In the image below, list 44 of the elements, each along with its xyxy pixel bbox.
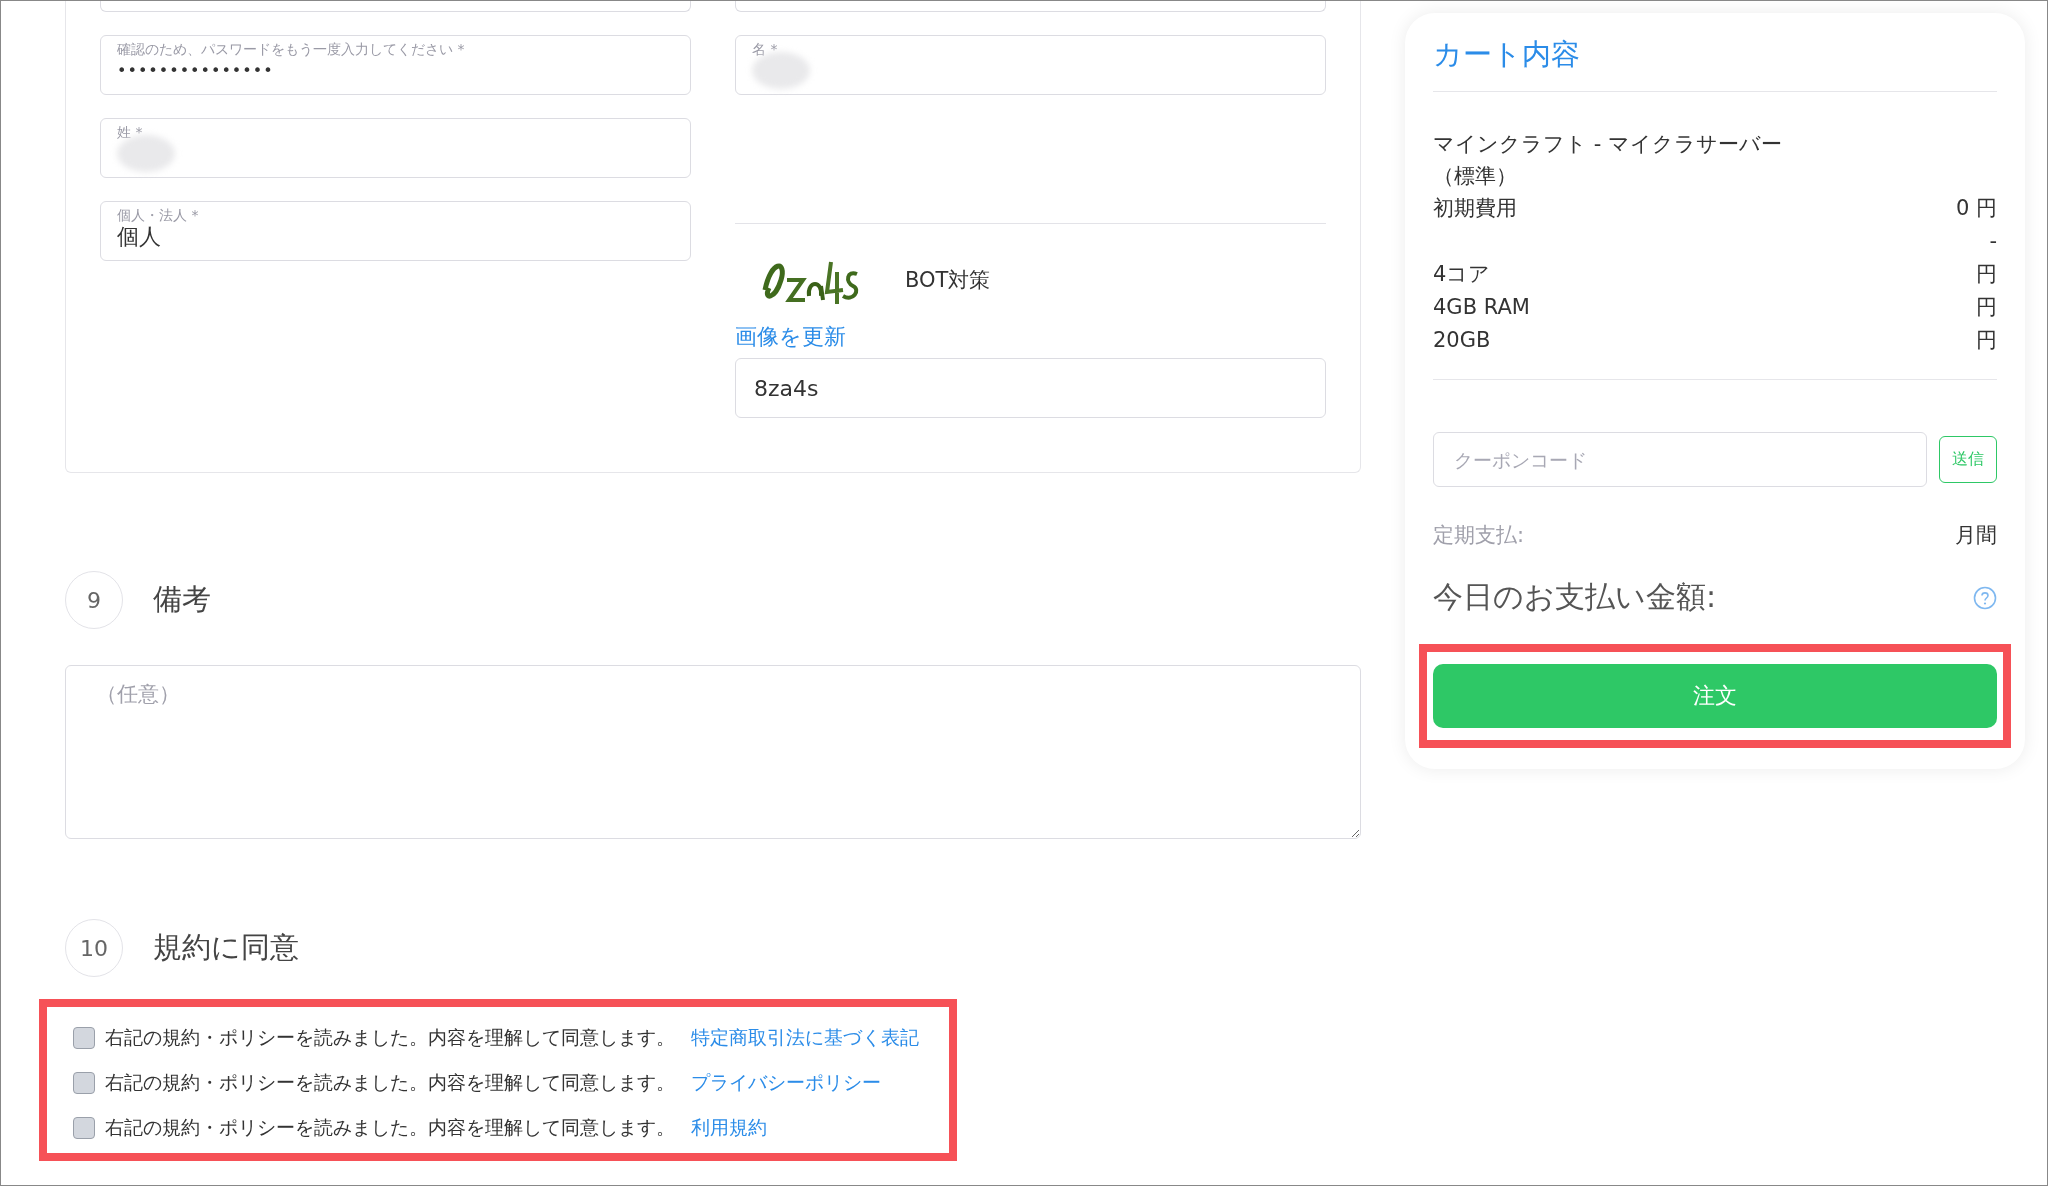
agreement-text: 右記の規約・ポリシーを読みました。内容を理解して同意します。 (105, 1115, 675, 1140)
policy-link[interactable]: 利用規約 (691, 1115, 767, 1141)
notes-field[interactable]: （任意） (65, 665, 1361, 839)
section-title: 規約に同意 (153, 929, 299, 966)
text-field[interactable]: 名 * (735, 35, 1326, 95)
agreement-text: 右記の規約・ポリシーを読みました。内容を理解して同意します。 (105, 1025, 675, 1050)
text-field[interactable]: 姓 * (100, 118, 691, 178)
field-label: 確認のため、パスワードをもう一度入力してください * (117, 41, 466, 58)
line-label: 初期費用 (1433, 195, 1517, 222)
total-label: 今日のお支払い金額: (1433, 578, 1717, 616)
checkbox[interactable] (73, 1072, 95, 1094)
field-label: 姓 * (117, 124, 144, 141)
recurring-value: 月間 (1955, 522, 1997, 549)
field-label: 名 * (752, 41, 779, 58)
line-label: 4コア (1433, 261, 1491, 288)
line-label: 4GB RAM (1433, 294, 1530, 321)
field-value: 個人 (117, 224, 162, 250)
captcha-input[interactable]: 8za4s (735, 358, 1326, 418)
help-icon[interactable] (1973, 585, 1997, 610)
line-price: 円 (1976, 261, 1997, 288)
line-price: 円 (1976, 294, 1997, 321)
coupon-field[interactable]: クーポンコード (1433, 432, 1927, 487)
line-label: 20GB (1433, 327, 1491, 354)
line-price: 0 円 (1955, 195, 1997, 222)
checkbox[interactable] (73, 1027, 95, 1049)
text-field[interactable]: 個人・法人 * 個人 (100, 201, 691, 261)
plan-name: （標準） (1433, 163, 1518, 190)
policy-link[interactable]: 特定商取引法に基づく表記 (691, 1025, 919, 1051)
cart-title: カート内容 (1433, 35, 1997, 92)
send-button[interactable]: 送信 (1939, 436, 1997, 483)
product-name: マインクラフト - マイクラサーバー (1433, 131, 1783, 158)
order-button[interactable]: 注文 (1433, 664, 1997, 728)
line-price: - (1989, 228, 1997, 255)
refresh-image-link[interactable]: 画像を更新 (735, 324, 846, 349)
line-price: 円 (1976, 327, 1997, 354)
captcha-label: BOT対策 (905, 267, 991, 294)
agreement-text: 右記の規約・ポリシーを読みました。内容を理解して同意します。 (105, 1070, 675, 1095)
section-title: 備考 (153, 581, 211, 618)
checkbox[interactable] (73, 1117, 95, 1139)
field-label: 個人・法人 * (117, 207, 200, 224)
text-field[interactable]: 確認のため、パスワードをもう一度入力してください * ••••••••••••••• (100, 35, 691, 95)
recurring-label: 定期支払: (1433, 522, 1525, 549)
policy-link[interactable]: プライバシーポリシー (691, 1070, 881, 1096)
password-value: ••••••••••••••• (117, 60, 275, 82)
